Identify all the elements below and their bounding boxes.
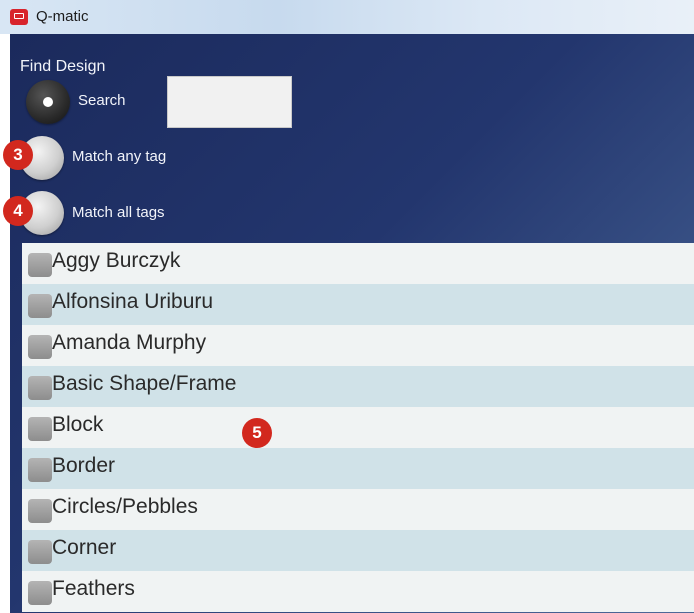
tag-row[interactable]: Amanda Murphy xyxy=(22,325,694,366)
window-title: Q-matic xyxy=(36,8,89,25)
tag-row[interactable]: Circles/Pebbles xyxy=(22,489,694,530)
tag-label: Alfonsina Uriburu xyxy=(52,290,214,313)
search-input[interactable] xyxy=(167,76,292,128)
tag-row[interactable]: Border xyxy=(22,448,694,489)
tag-checkbox[interactable] xyxy=(28,540,52,564)
find-design-panel: Find Design Search Match any tag Match a… xyxy=(10,34,694,613)
tag-checkbox[interactable] xyxy=(28,376,52,400)
tag-checkbox[interactable] xyxy=(28,458,52,482)
tag-label: Border xyxy=(52,454,116,477)
match-any-tag-label: Match any tag xyxy=(72,148,167,165)
tag-label: Feathers xyxy=(52,577,135,600)
match-all-tags-label: Match all tags xyxy=(72,204,165,221)
tag-checkbox[interactable] xyxy=(28,335,52,359)
tag-label: Aggy Burczyk xyxy=(52,249,181,272)
tag-label: Circles/Pebbles xyxy=(52,495,198,518)
search-radio-label: Search xyxy=(78,92,126,109)
tag-row[interactable]: Feathers xyxy=(22,571,694,612)
title-bar: Q-matic xyxy=(0,0,694,34)
find-design-label: Find Design xyxy=(20,58,106,75)
tag-checkbox[interactable] xyxy=(28,294,52,318)
tag-row[interactable]: Aggy Burczyk xyxy=(22,243,694,284)
tag-label: Amanda Murphy xyxy=(52,331,207,354)
tag-row[interactable]: Basic Shape/Frame xyxy=(22,366,694,407)
tag-label: Corner xyxy=(52,536,117,559)
app-icon xyxy=(10,9,28,25)
tag-checkbox[interactable] xyxy=(28,417,52,441)
tag-checkbox[interactable] xyxy=(28,253,52,277)
tag-row[interactable]: Alfonsina Uriburu xyxy=(22,284,694,325)
callout-badge-5: 5 xyxy=(242,418,272,448)
tag-label: Block xyxy=(52,413,104,436)
tag-checkbox[interactable] xyxy=(28,499,52,523)
tag-checkbox[interactable] xyxy=(28,581,52,605)
callout-badge-4: 4 xyxy=(3,196,33,226)
tag-row[interactable]: Corner xyxy=(22,530,694,571)
tag-label: Basic Shape/Frame xyxy=(52,372,237,395)
tag-row[interactable]: Block xyxy=(22,407,694,448)
qmatic-window: Q-matic Find Design Search Match any tag… xyxy=(0,0,694,613)
callout-badge-3: 3 xyxy=(3,140,33,170)
search-radio[interactable] xyxy=(26,80,70,124)
tag-list: Aggy Burczyk Alfonsina Uriburu Amanda Mu… xyxy=(22,243,694,613)
